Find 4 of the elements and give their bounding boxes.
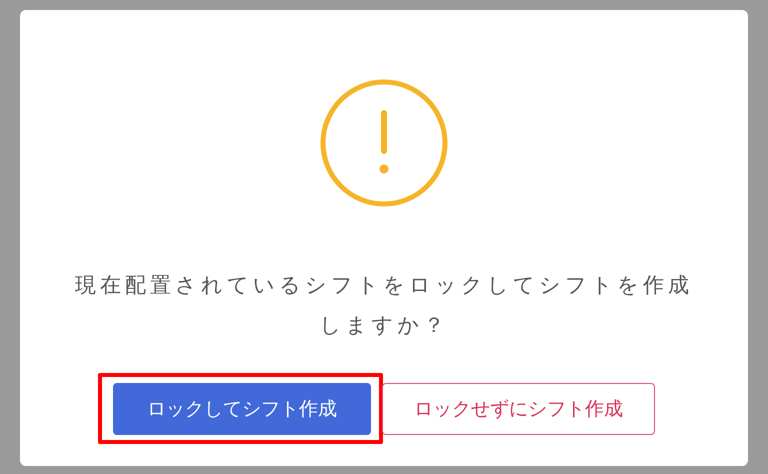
create-button[interactable]: ロックしてシフト作成	[113, 383, 371, 435]
dialog-message: 現在配置されているシフトをロックしてシフトを作成しますか？	[74, 272, 694, 339]
warning-icon	[319, 78, 449, 208]
create-button[interactable]: ロックせずにシフト作成	[382, 383, 655, 435]
